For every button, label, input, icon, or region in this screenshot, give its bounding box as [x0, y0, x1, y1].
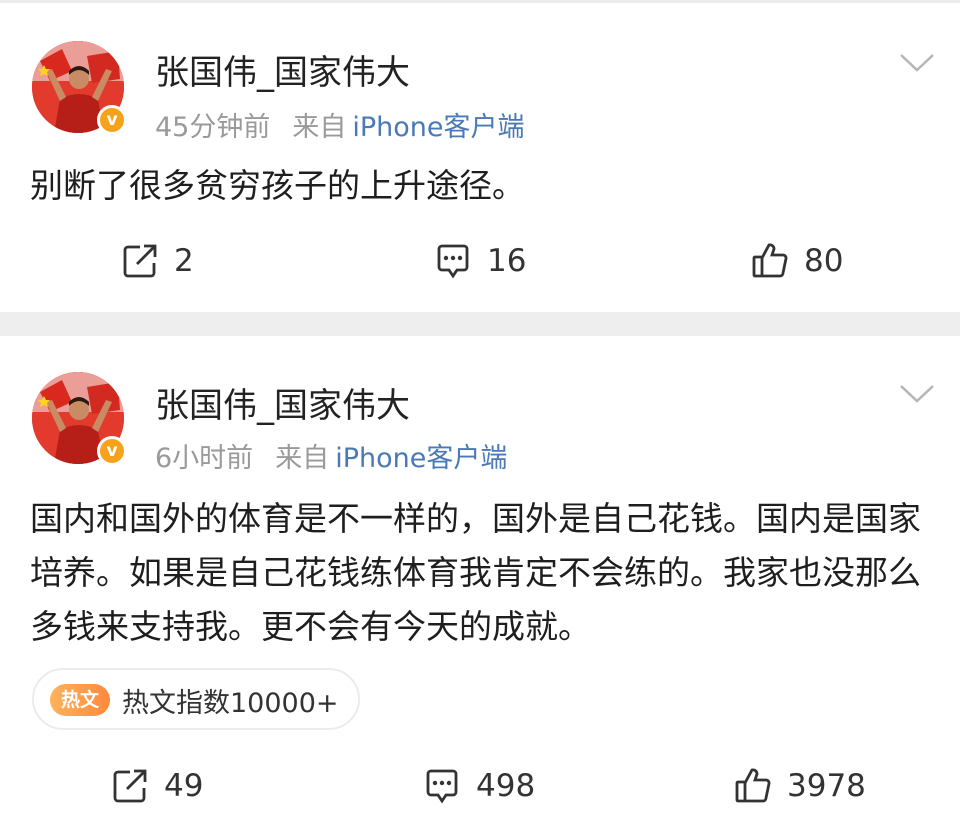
source-label: 来自 — [292, 112, 347, 143]
like-count: 80 — [804, 243, 844, 279]
action-bar: 2 16 80 — [0, 231, 960, 291]
post-text: 别断了很多贫穷孩子的上升途径。 — [30, 166, 525, 205]
like-count: 3978 — [787, 768, 866, 804]
chevron-down-icon[interactable] — [898, 382, 936, 406]
repost-icon — [110, 766, 150, 806]
repost-count: 49 — [164, 768, 204, 804]
hot-badge: 热文 — [50, 684, 110, 716]
post-time: 6小时前 — [155, 443, 254, 474]
weibo-post: v 张国伟_国家伟大 45分钟前 来自 iPhone客户端 别断了很多贫穷孩子的上升… — [0, 3, 960, 312]
post-divider — [0, 312, 960, 336]
thumbs-up-icon — [750, 241, 790, 281]
like-button[interactable]: 3978 — [733, 756, 866, 816]
hot-article-tag[interactable]: 热文 热文指数10000+ — [32, 668, 360, 730]
post-meta: 45分钟前 来自 iPhone客户端 — [155, 105, 525, 144]
source-label: 来自 — [275, 443, 330, 474]
post-text: 国内和国外的体育是不一样的，国外是自己花钱。国内是国家培养。如果是自己花钱练体育… — [30, 499, 921, 646]
comment-button[interactable]: 498 — [422, 756, 535, 816]
hot-index-text: 热文指数10000+ — [122, 688, 339, 719]
repost-button[interactable]: 49 — [110, 756, 203, 816]
action-bar: 49 498 3978 — [0, 756, 960, 816]
like-button[interactable]: 80 — [750, 231, 843, 291]
repost-icon — [120, 241, 160, 281]
comment-icon — [422, 766, 462, 806]
author-name[interactable]: 张国伟_国家伟大 — [155, 378, 410, 427]
weibo-post: v 张国伟_国家伟大 6小时前 来自 iPhone客户端 国内和国外的体育是不一样的… — [0, 336, 960, 804]
thumbs-up-icon — [733, 766, 773, 806]
post-meta: 6小时前 来自 iPhone客户端 — [155, 436, 507, 475]
post-time: 45分钟前 — [155, 112, 271, 143]
verified-badge-icon: v — [97, 105, 127, 135]
verified-badge-icon: v — [97, 436, 127, 466]
source-device-link[interactable]: iPhone客户端 — [352, 112, 524, 143]
comment-icon — [433, 241, 473, 281]
source-device-link[interactable]: iPhone客户端 — [335, 443, 507, 474]
comment-button[interactable]: 16 — [433, 231, 526, 291]
repost-button[interactable]: 2 — [120, 231, 194, 291]
comment-count: 498 — [476, 768, 536, 804]
comment-count: 16 — [487, 243, 527, 279]
author-name[interactable]: 张国伟_国家伟大 — [155, 45, 410, 94]
repost-count: 2 — [174, 243, 194, 279]
chevron-down-icon[interactable] — [898, 51, 936, 75]
